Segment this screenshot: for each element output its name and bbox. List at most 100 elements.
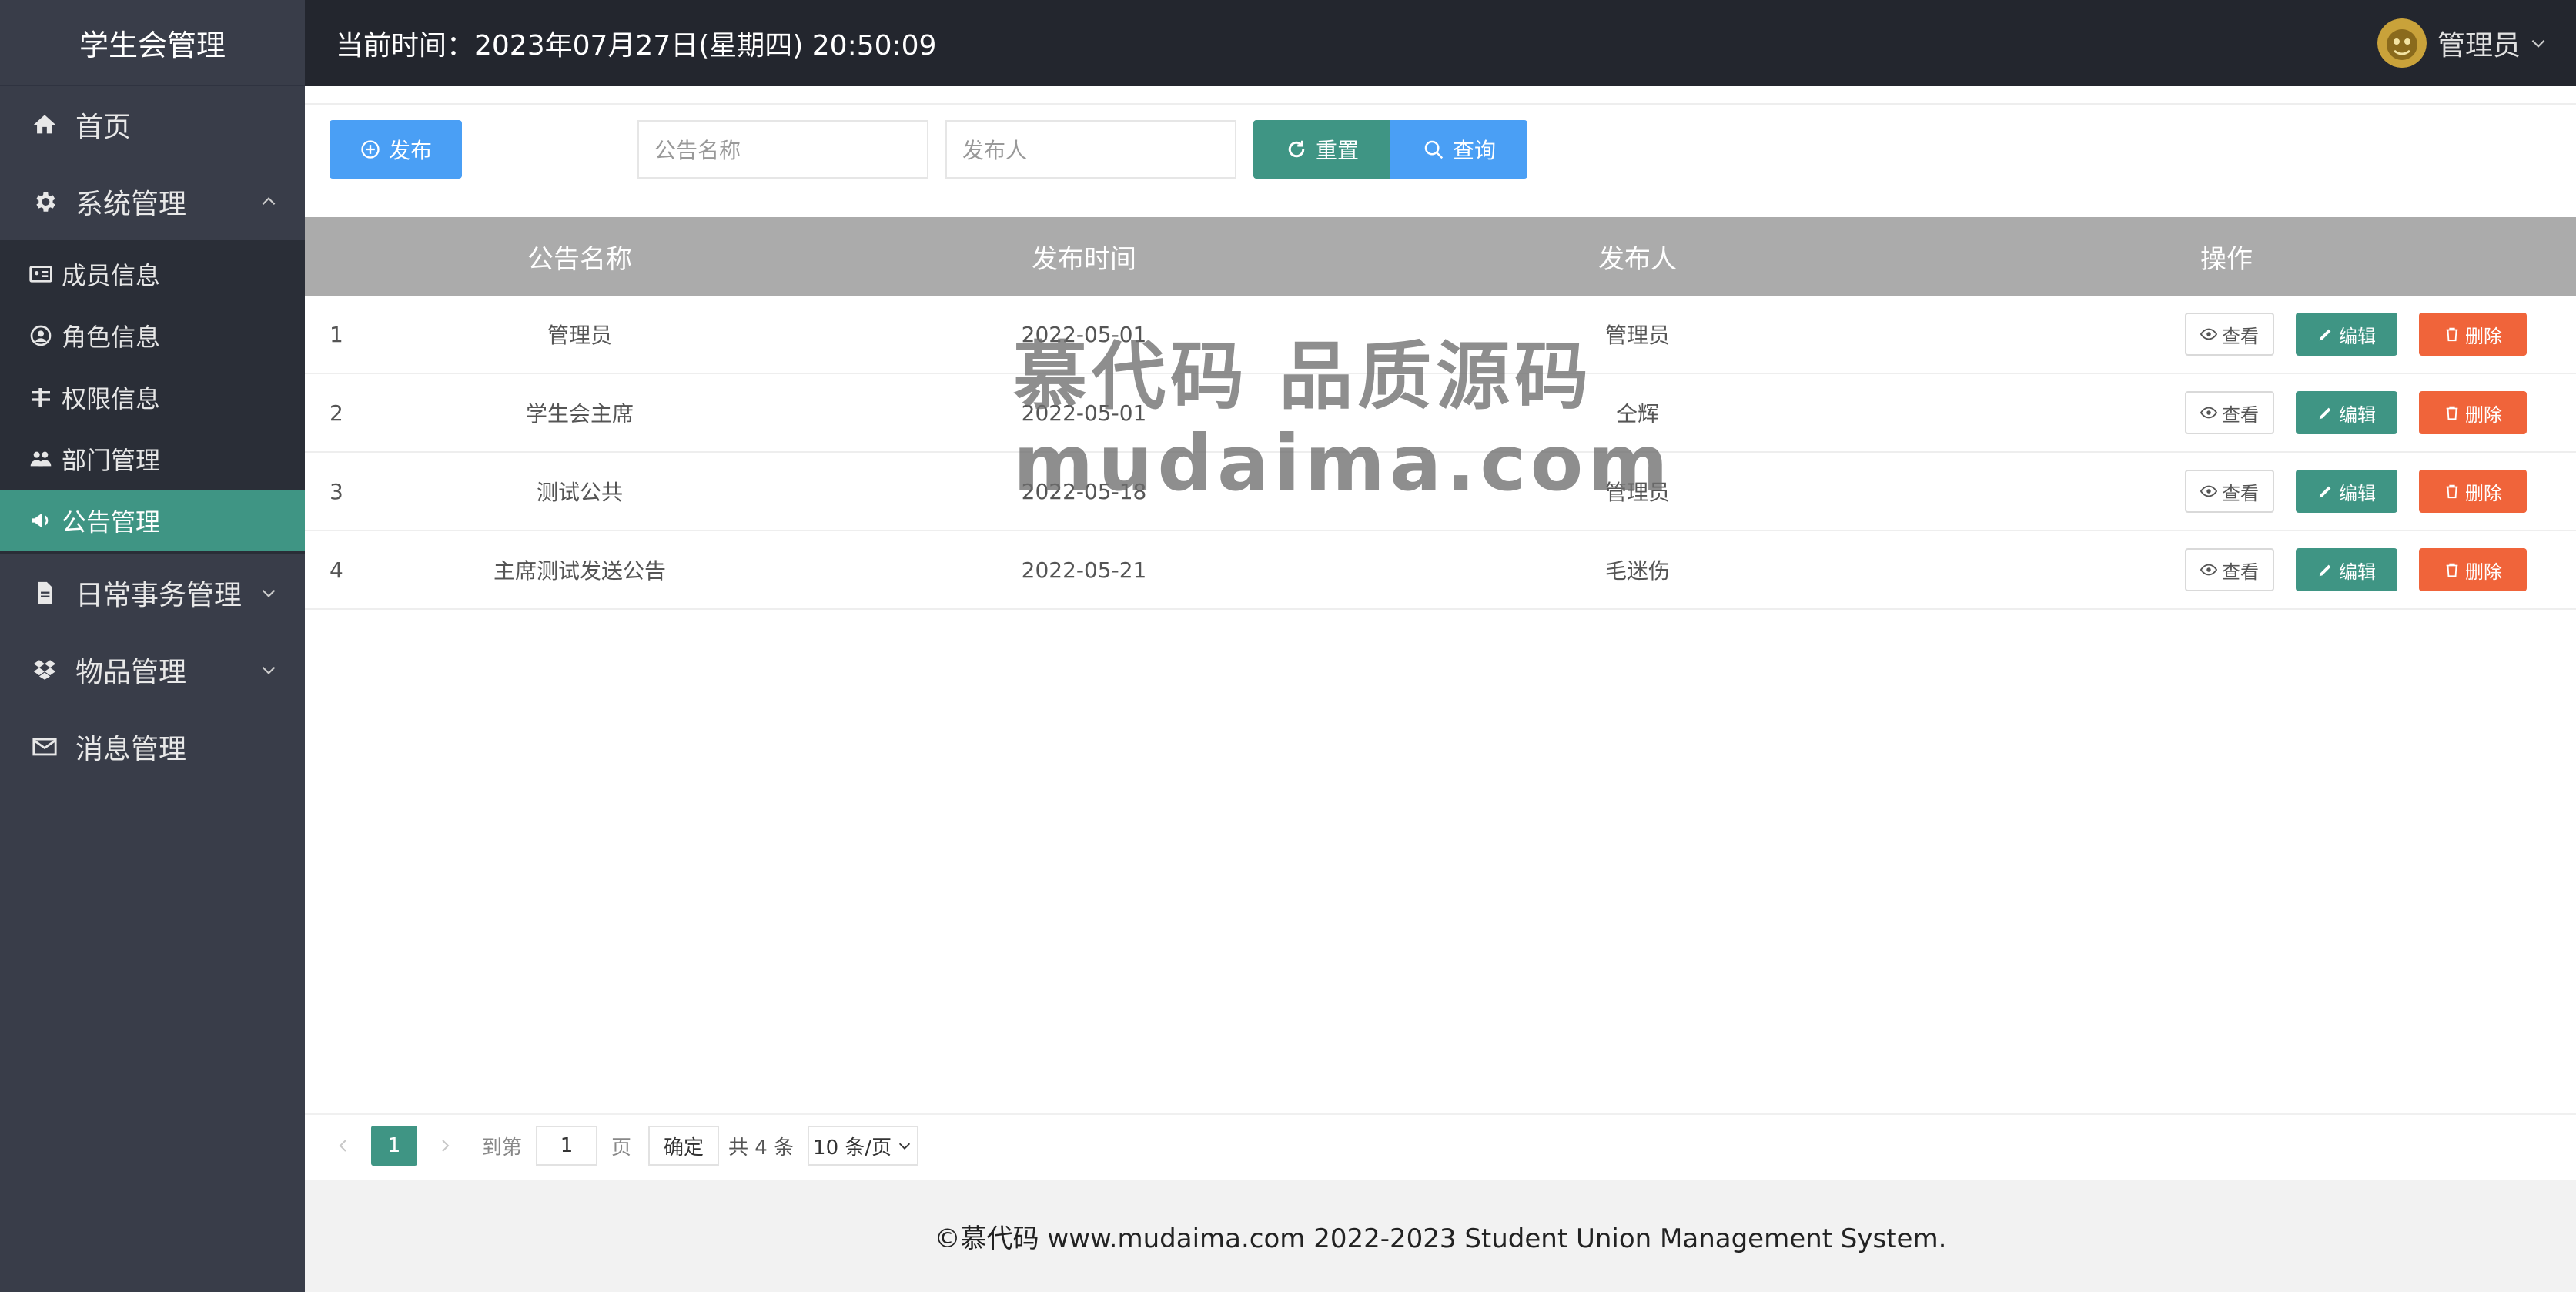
nav-goods-label: 物品管理 (75, 657, 187, 688)
total-count: 共 4 条 (728, 1136, 795, 1160)
publisher-input[interactable]: 发布人 (945, 120, 1236, 179)
sidebar-item-members[interactable]: 成员信息 (0, 243, 305, 305)
reset-label: 重置 (1315, 138, 1359, 163)
trash-icon (2446, 484, 2458, 499)
sidebar-item-roles[interactable]: 角色信息 (0, 305, 305, 367)
nav-system[interactable]: 系统管理 (0, 163, 305, 240)
cell-name: 主席测试发送公告 (493, 558, 666, 584)
home-icon (31, 111, 59, 139)
delete-button[interactable]: 删除 (2419, 391, 2527, 434)
page-size-select[interactable]: 10 条/页 (808, 1126, 919, 1166)
row-index: 4 (330, 557, 343, 583)
confirm-page-button[interactable]: 确定 (648, 1126, 720, 1166)
trash-icon (2446, 327, 2458, 342)
table-row: 4 主席测试发送公告 2022-05-21 毛迷伤 查看 编辑 删除 (305, 531, 2576, 610)
edit-button[interactable]: 编辑 (2296, 313, 2397, 356)
view-button[interactable]: 查看 (2185, 391, 2274, 434)
footer-copyright: ©慕代码 www.mudaima.com 2022-2023 Student U… (305, 1180, 2576, 1292)
chevron-down-icon (2531, 39, 2545, 48)
gear-icon (31, 188, 59, 216)
cell-publisher: 毛迷伤 (1604, 558, 1670, 584)
query-button[interactable]: 查询 (1390, 120, 1527, 179)
main-content: 发布 公告名称 发布人 重置 查询 公告名称 发布时间 发布人 操作 1 管理员… (305, 86, 2576, 1292)
sidebar-item-announcements[interactable]: 公告管理 (0, 490, 305, 551)
goto-label: 到第 (482, 1136, 523, 1160)
chevron-down-icon (262, 666, 276, 674)
edit-button[interactable]: 编辑 (2296, 391, 2397, 434)
row-index: 2 (330, 400, 343, 426)
nav-messages[interactable]: 消息管理 (0, 708, 305, 785)
cell-time: 2022-05-21 (1021, 557, 1147, 583)
user-menu[interactable]: 管理员 (2377, 0, 2548, 86)
user-name: 管理员 (2437, 30, 2521, 62)
app-title: 学生会管理 (0, 0, 305, 86)
page-number-current[interactable]: 1 (371, 1126, 417, 1166)
chevron-down-icon (899, 1143, 911, 1150)
sidebar-item-departments[interactable]: 部门管理 (0, 428, 305, 490)
nav-goods[interactable]: 物品管理 (0, 631, 305, 708)
view-button[interactable]: 查看 (2185, 313, 2274, 356)
nav-home[interactable]: 首页 (0, 86, 305, 163)
edit-button[interactable]: 编辑 (2296, 470, 2397, 513)
sliders-icon (28, 384, 54, 410)
page-jump-input[interactable]: 1 (536, 1126, 598, 1166)
query-label: 查询 (1452, 138, 1496, 163)
trash-icon (2446, 563, 2458, 577)
view-button[interactable]: 查看 (2185, 470, 2274, 513)
watermark-line-1: 慕代码 品质源码 (1013, 333, 1594, 420)
publish-button[interactable]: 发布 (330, 120, 462, 179)
delete-button[interactable]: 删除 (2419, 548, 2527, 591)
toolbar: 发布 公告名称 发布人 重置 查询 (305, 103, 2576, 203)
publish-label: 发布 (388, 138, 432, 163)
edit-button[interactable]: 编辑 (2296, 548, 2397, 591)
eye-icon (2200, 485, 2217, 497)
sidebar-item-label: 公告管理 (62, 507, 161, 537)
nav-home-label: 首页 (75, 112, 132, 143)
column-header-time: 发布时间 (1032, 243, 1136, 275)
pencil-icon (2319, 329, 2331, 341)
pencil-icon (2319, 407, 2331, 420)
row-actions: 查看 编辑 删除 (1915, 470, 2576, 513)
sidebar-item-label: 角色信息 (62, 323, 161, 352)
row-actions: 查看 编辑 删除 (1915, 313, 2576, 356)
envelope-icon (31, 733, 59, 761)
table-header: 公告名称 发布时间 发布人 操作 (305, 217, 2576, 296)
cell-name: 学生会主席 (525, 401, 634, 427)
prev-page-icon[interactable] (328, 1130, 359, 1161)
reset-button[interactable]: 重置 (1253, 120, 1390, 179)
eye-icon (2200, 564, 2217, 576)
avatar (2377, 18, 2427, 68)
row-index: 1 (330, 321, 343, 347)
row-actions: 查看 编辑 删除 (1915, 548, 2576, 591)
pencil-icon (2319, 564, 2331, 577)
document-icon (31, 579, 59, 607)
nav-daily-label: 日常事务管理 (75, 580, 243, 611)
nav-messages-label: 消息管理 (75, 734, 187, 765)
announcement-name-input[interactable]: 公告名称 (637, 120, 928, 179)
dropbox-icon (31, 656, 59, 684)
delete-button[interactable]: 删除 (2419, 313, 2527, 356)
id-card-icon (28, 261, 54, 287)
user-circle-icon (28, 323, 54, 349)
chevron-up-icon (262, 197, 276, 206)
eye-icon (2200, 407, 2217, 419)
system-submenu: 成员信息 角色信息 权限信息 部门管理 公告管理 (0, 240, 305, 554)
delete-button[interactable]: 删除 (2419, 470, 2527, 513)
next-page-icon[interactable] (430, 1130, 460, 1161)
watermark-line-2: mudaima.com (1013, 418, 1673, 509)
sidebar-item-label: 成员信息 (62, 261, 161, 290)
nav-system-label: 系统管理 (75, 189, 187, 220)
users-icon (28, 446, 54, 472)
nav-daily-affairs[interactable]: 日常事务管理 (0, 554, 305, 631)
view-button[interactable]: 查看 (2185, 548, 2274, 591)
eye-icon (2200, 328, 2217, 340)
trash-icon (2446, 406, 2458, 420)
page-size-value: 10 条/页 (813, 1136, 892, 1160)
plus-circle-icon (361, 140, 380, 159)
column-header-publisher: 发布人 (1598, 243, 1677, 275)
top-header: 当前时间：2023年07月27日(星期四) 20:50:09 管理员 (305, 0, 2576, 86)
sidebar-item-label: 权限信息 (62, 384, 161, 413)
bullhorn-icon (28, 507, 54, 534)
pencil-icon (2319, 486, 2331, 498)
sidebar-item-permissions[interactable]: 权限信息 (0, 367, 305, 428)
